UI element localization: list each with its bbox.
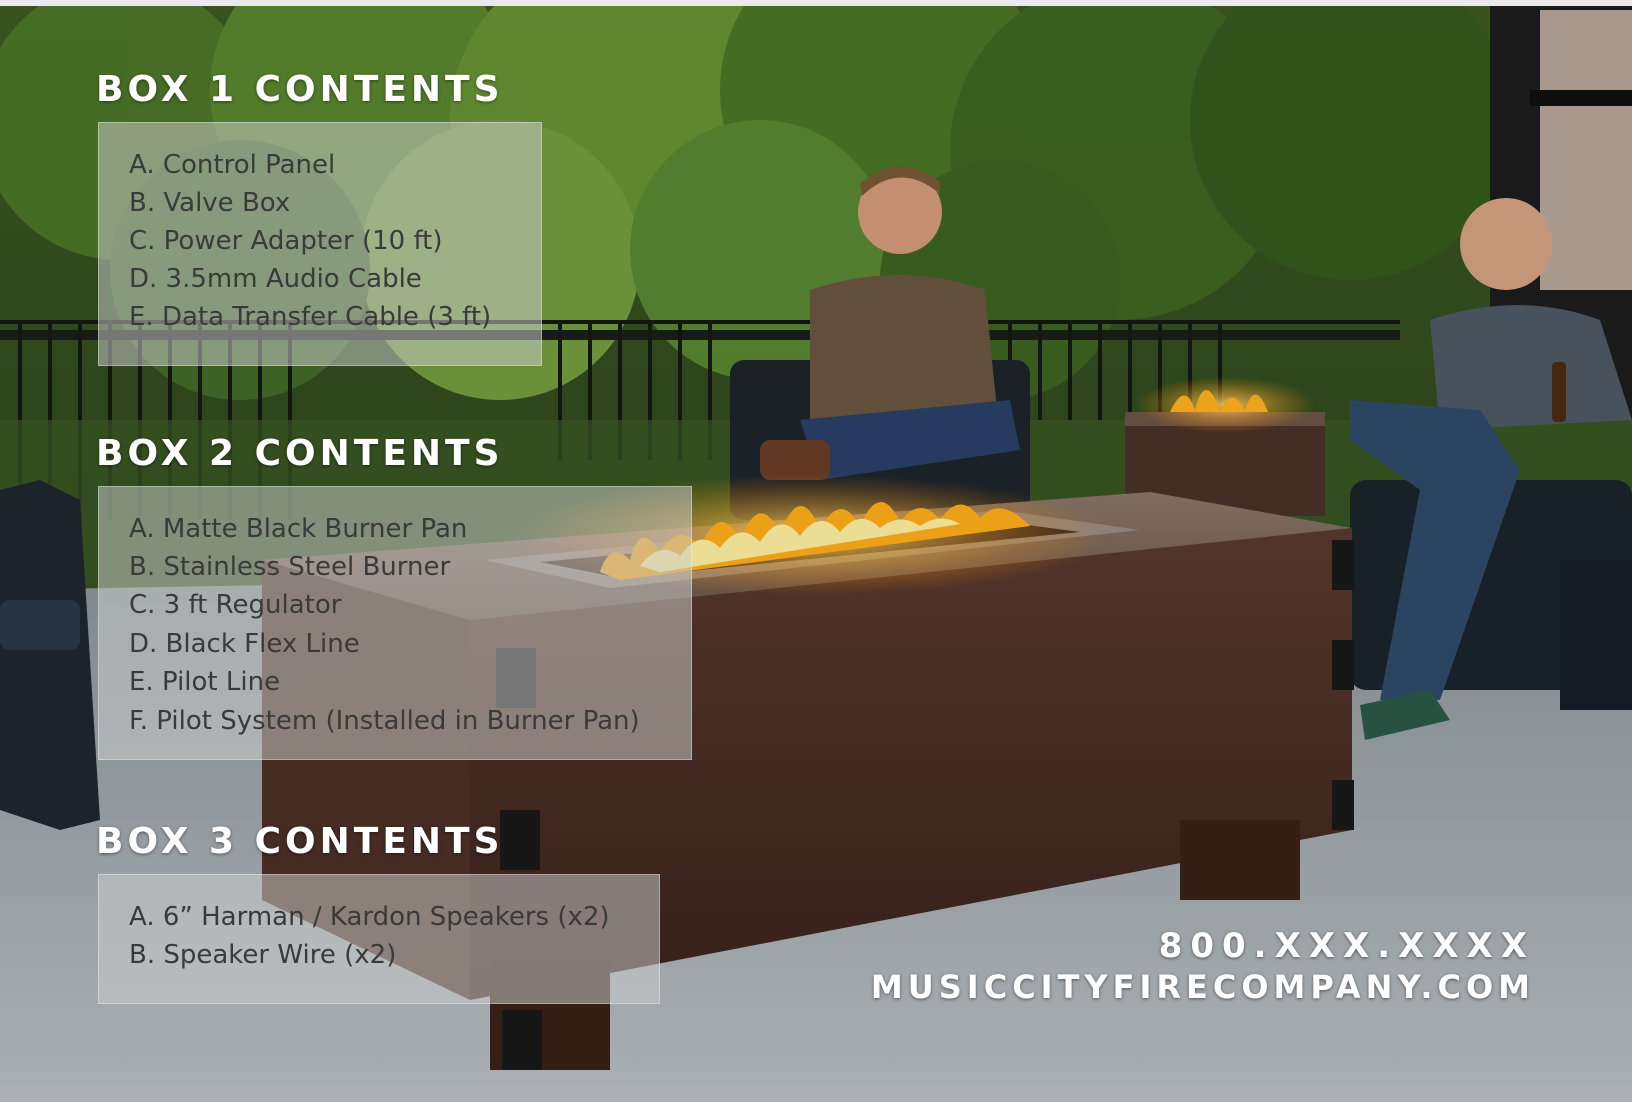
box1-contents-panel: A. Control Panel B. Valve Box C. Power A… xyxy=(98,122,542,366)
list-item: D. 3.5mm Audio Cable xyxy=(129,264,422,294)
list-item: B. Speaker Wire (x2) xyxy=(129,940,397,970)
website-url: MUSICCITYFIRECOMPANY.COM xyxy=(870,968,1535,1006)
list-item: B. Stainless Steel Burner xyxy=(129,552,451,582)
list-item: B. Valve Box xyxy=(129,188,291,218)
list-item: E. Data Transfer Cable (3 ft) xyxy=(129,302,492,332)
list-item: C. Power Adapter (10 ft) xyxy=(129,226,443,256)
box1-heading: BOX 1 CONTENTS xyxy=(96,69,504,110)
list-item: A. Matte Black Burner Pan xyxy=(129,514,468,544)
list-item: F. Pilot System (Installed in Burner Pan… xyxy=(129,706,640,736)
box2-contents-panel: A. Matte Black Burner Pan B. Stainless S… xyxy=(98,486,692,760)
box2-heading: BOX 2 CONTENTS xyxy=(96,433,504,474)
list-item: E. Pilot Line xyxy=(129,667,281,697)
list-item: A. Control Panel xyxy=(129,150,336,180)
list-item: C. 3 ft Regulator xyxy=(129,590,342,620)
phone-number: 800.XXX.XXXX xyxy=(1158,926,1535,966)
list-item: D. Black Flex Line xyxy=(129,629,360,659)
top-border-strip xyxy=(0,0,1632,6)
box3-contents-panel: A. 6” Harman / Kardon Speakers (x2) B. S… xyxy=(98,874,660,1004)
box3-heading: BOX 3 CONTENTS xyxy=(96,821,504,862)
list-item: A. 6” Harman / Kardon Speakers (x2) xyxy=(129,902,610,932)
